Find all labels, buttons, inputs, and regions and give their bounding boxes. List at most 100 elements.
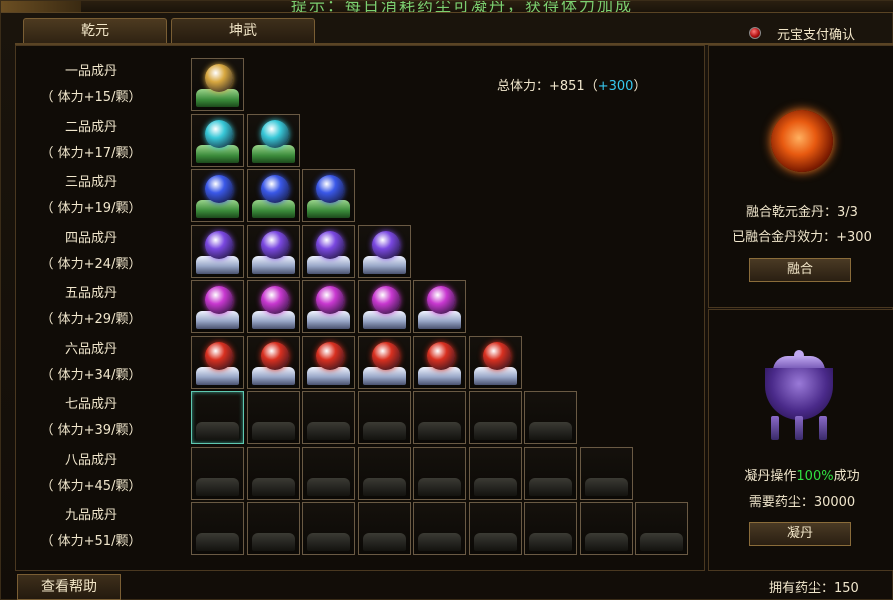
pill-slot-empty[interactable] xyxy=(413,502,466,555)
pill-grade-bonus: （ 体力+51/颗） xyxy=(40,534,142,549)
yuanbao-pay-confirm-label: 元宝支付确认 xyxy=(777,27,856,43)
pill-slot-filled[interactable] xyxy=(302,169,355,222)
pill-slot-filled[interactable] xyxy=(357,335,411,389)
pill-orb-icon xyxy=(260,230,289,259)
pedestal-icon xyxy=(196,533,239,551)
pill-slot-empty[interactable] xyxy=(302,391,355,444)
pedestal-icon xyxy=(418,533,461,551)
pill-orb-icon xyxy=(371,341,400,370)
pill-orb-icon xyxy=(371,286,400,314)
pedestal-icon xyxy=(362,533,406,551)
pill-orb-icon xyxy=(427,286,455,314)
pill-slot-empty[interactable] xyxy=(524,446,577,500)
yuanbao-pay-confirm-toggle[interactable]: 元宝支付确认 xyxy=(749,23,855,43)
condense-button[interactable]: 凝丹 xyxy=(749,522,851,546)
fusion-button[interactable]: 融合 xyxy=(749,258,851,282)
pill-slot-empty[interactable] xyxy=(524,391,577,444)
pill-slot-filled[interactable] xyxy=(191,280,244,333)
golden-pill-icon xyxy=(771,110,833,172)
pill-orb-icon xyxy=(316,175,344,203)
pill-slot-empty[interactable] xyxy=(468,446,522,500)
condense-panel: 凝丹操作100%成功 需要药尘：30000 凝丹 xyxy=(708,309,893,571)
pedestal-icon xyxy=(196,422,239,440)
pill-slot-filled[interactable] xyxy=(302,335,355,389)
pill-slot-filled[interactable] xyxy=(191,58,244,111)
pedestal-icon xyxy=(473,477,517,496)
pill-slot-filled[interactable] xyxy=(302,224,355,278)
pill-slot-filled[interactable] xyxy=(246,113,300,167)
pill-orb-icon xyxy=(260,286,289,314)
pill-slot-filled[interactable] xyxy=(357,280,411,333)
pill-orb-icon xyxy=(205,230,233,259)
pedestal-icon xyxy=(362,477,406,496)
cauldron-leg xyxy=(795,416,803,440)
cauldron-leg xyxy=(771,416,779,440)
pedestal-icon xyxy=(473,533,517,551)
pedestal-icon xyxy=(196,477,239,496)
pill-slot-empty[interactable] xyxy=(468,391,522,444)
pill-orb-icon xyxy=(316,230,344,259)
pill-slot-filled[interactable] xyxy=(191,169,244,222)
pill-slot-empty[interactable] xyxy=(468,502,522,555)
pill-orb-icon xyxy=(205,286,233,314)
radio-dot-icon[interactable] xyxy=(749,27,761,39)
pedestal-icon xyxy=(251,533,295,551)
condense-cost: 需要药尘：30000 xyxy=(748,495,856,510)
pill-orb-icon xyxy=(427,341,455,370)
pill-slot-empty[interactable] xyxy=(413,446,466,500)
pill-slot-empty[interactable] xyxy=(579,446,633,500)
fusion-panel: 融合乾元金丹：3/3 已融合金丹效力：+300 融合 xyxy=(708,45,893,308)
pill-orb-icon xyxy=(260,175,289,203)
tab-qianyuan[interactable]: 乾元 xyxy=(23,18,167,44)
pill-orb-icon xyxy=(316,286,344,314)
pill-slot-filled[interactable] xyxy=(357,224,411,278)
pill-grade-bonus: （ 体力+19/颗） xyxy=(40,201,142,216)
pill-slot-filled[interactable] xyxy=(468,335,522,389)
pill-slot-filled[interactable] xyxy=(413,280,466,333)
pill-grade-bonus: （ 体力+45/颗） xyxy=(40,478,142,494)
pill-slot-filled[interactable] xyxy=(246,335,300,389)
pill-slot-filled[interactable] xyxy=(302,280,355,333)
pill-slot-empty[interactable] xyxy=(246,391,300,444)
pill-slot-empty[interactable] xyxy=(191,502,244,555)
pill-slot-empty[interactable] xyxy=(357,391,411,444)
pill-slot-empty[interactable] xyxy=(191,391,244,444)
pill-slot-empty[interactable] xyxy=(357,502,411,555)
pill-orb-icon xyxy=(205,119,233,148)
condense-rate: 凝丹操作100%成功 xyxy=(709,465,893,484)
pill-slot-empty[interactable] xyxy=(579,502,633,555)
total-power: 总体力：+851（+300） xyxy=(497,75,646,94)
tab-kunwu[interactable]: 坤武 xyxy=(171,18,315,44)
pill-slot-filled[interactable] xyxy=(413,335,466,389)
cauldron-icon xyxy=(759,350,839,445)
pill-grade-name: 五品成丹 xyxy=(64,286,117,301)
pill-orb-icon xyxy=(260,119,289,148)
pill-slot-filled[interactable] xyxy=(191,224,244,278)
pill-slot-empty[interactable] xyxy=(635,502,688,555)
pill-slot-empty[interactable] xyxy=(246,446,300,500)
pill-slot-filled[interactable] xyxy=(191,113,244,167)
condense-rate-prefix: 凝丹操作 xyxy=(744,469,797,484)
pill-slot-filled[interactable] xyxy=(246,169,300,222)
pill-slot-empty[interactable] xyxy=(357,446,411,500)
pedestal-icon xyxy=(473,422,517,440)
help-button[interactable]: 查看帮助 xyxy=(17,574,121,600)
pill-slot-empty[interactable] xyxy=(246,502,300,555)
pill-orb-icon xyxy=(316,341,344,370)
pill-slot-filled[interactable] xyxy=(191,335,244,389)
pill-grade-name: 八品成丹 xyxy=(64,452,117,468)
pill-slot-filled[interactable] xyxy=(246,224,300,278)
pill-slot-empty[interactable] xyxy=(413,391,466,444)
pill-orb-icon xyxy=(371,230,400,259)
pedestal-icon xyxy=(529,477,572,496)
pill-slot-filled[interactable] xyxy=(246,280,300,333)
pill-orb-icon xyxy=(205,175,233,203)
pill-slot-empty[interactable] xyxy=(302,502,355,555)
pill-grade-name: 三品成丹 xyxy=(64,175,117,190)
pill-slot-empty[interactable] xyxy=(524,502,577,555)
banner-corner-ornament xyxy=(1,1,81,12)
pill-grade-name: 九品成丹 xyxy=(64,508,117,523)
pill-slot-empty[interactable] xyxy=(302,446,355,500)
pill-slot-empty[interactable] xyxy=(191,446,244,500)
pill-orb-icon xyxy=(205,341,233,370)
